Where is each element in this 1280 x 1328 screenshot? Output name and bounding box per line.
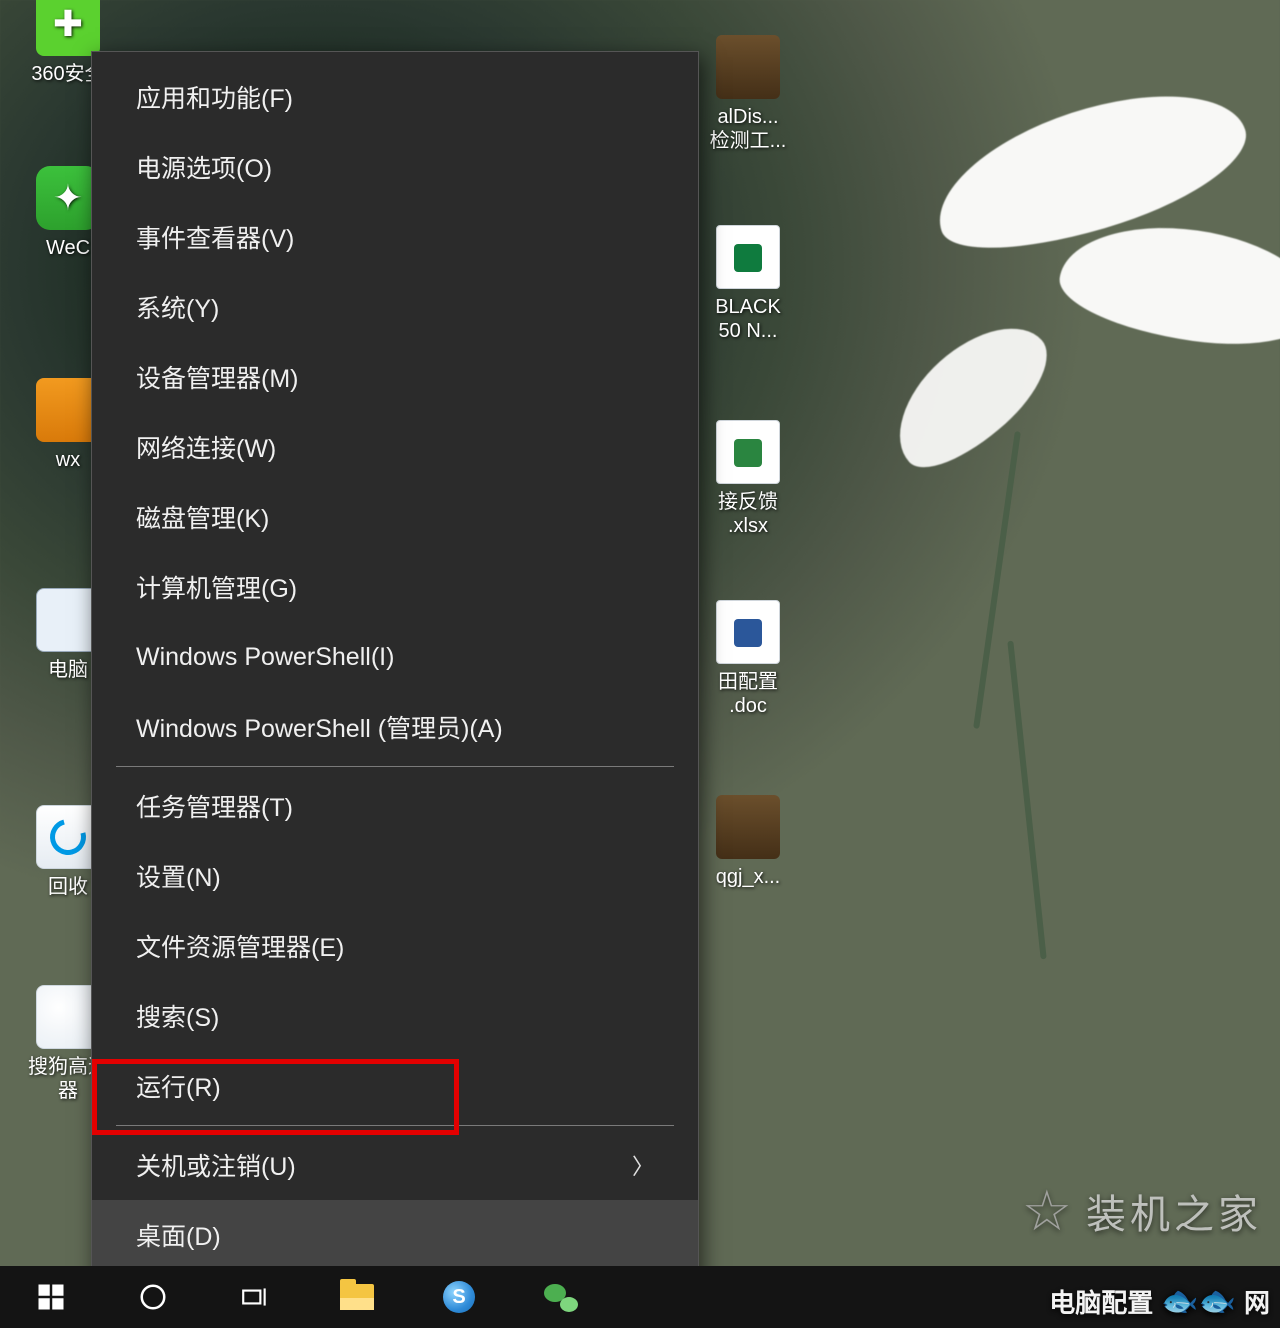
winx-context-menu: 应用和功能(F) 电源选项(O) 事件查看器(V) 系统(Y) 设备管理器(M)…	[91, 51, 699, 1306]
chevron-right-icon: 〉	[632, 1149, 654, 1181]
menu-item-task-manager[interactable]: 任务管理器(T)	[92, 771, 698, 841]
menu-item-label: Windows PowerShell (管理员)(A)	[136, 709, 503, 745]
start-button[interactable]	[0, 1266, 102, 1328]
taskbar-wechat[interactable]	[510, 1266, 612, 1328]
taskbar-taskview-button[interactable]	[204, 1266, 306, 1328]
menu-item-powershell[interactable]: Windows PowerShell(I)	[92, 622, 698, 692]
star-icon: ☆	[1022, 1178, 1076, 1244]
desktop-icon-crystaldisk[interactable]: alDis... 检测工...	[693, 35, 803, 153]
menu-item-apps-features[interactable]: 应用和功能(F)	[92, 62, 698, 132]
watermark-text: 网	[1244, 1283, 1270, 1320]
watermark-brand-2: 电脑配置 🐟🐟 网	[1049, 1283, 1270, 1320]
taskbar-sogou-browser[interactable]: S	[408, 1266, 510, 1328]
windows-logo-icon	[36, 1282, 66, 1312]
taskbar-file-explorer[interactable]	[306, 1266, 408, 1328]
watermark-text: 电脑配置	[1049, 1283, 1153, 1320]
spreadsheet-icon	[716, 420, 780, 484]
menu-item-disk-management[interactable]: 磁盘管理(K)	[92, 482, 698, 552]
desktop-icon-label: qgj_x...	[693, 865, 803, 889]
menu-item-label: 关机或注销(U)	[136, 1147, 296, 1183]
menu-item-label: 事件查看器(V)	[136, 219, 294, 255]
menu-separator	[116, 1125, 674, 1126]
menu-item-label: 系统(Y)	[136, 289, 219, 325]
desktop-icon-label: alDis... 检测工...	[693, 105, 803, 153]
desktop-icon-label: BLACK 50 N...	[693, 295, 803, 343]
menu-item-network-connections[interactable]: 网络连接(W)	[92, 412, 698, 482]
menu-item-computer-management[interactable]: 计算机管理(G)	[92, 552, 698, 622]
spreadsheet-icon	[716, 225, 780, 289]
circle-search-icon	[138, 1282, 168, 1312]
watermark-brand-1: ☆ 装机之家	[1022, 1178, 1262, 1244]
menu-item-settings[interactable]: 设置(N)	[92, 841, 698, 911]
archive-icon	[716, 795, 780, 859]
menu-item-desktop[interactable]: 桌面(D)	[92, 1200, 698, 1270]
menu-item-label: 搜索(S)	[136, 998, 219, 1034]
menu-item-system[interactable]: 系统(Y)	[92, 272, 698, 342]
folder-icon	[340, 1284, 374, 1310]
menu-item-label: 磁盘管理(K)	[136, 499, 269, 535]
menu-item-label: 桌面(D)	[136, 1217, 221, 1253]
menu-item-label: 文件资源管理器(E)	[136, 928, 344, 964]
desktop-icon-label: 田配置 .doc	[693, 670, 803, 718]
menu-item-label: 电源选项(O)	[136, 149, 272, 185]
desktop-icon-feedback-xlsx[interactable]: 接反馈 .xlsx	[693, 420, 803, 538]
menu-item-label: Windows PowerShell(I)	[136, 643, 394, 672]
menu-item-device-manager[interactable]: 设备管理器(M)	[92, 342, 698, 412]
menu-item-shutdown-signout[interactable]: 关机或注销(U) 〉	[92, 1130, 698, 1200]
taskview-icon	[240, 1282, 270, 1312]
menu-item-powershell-admin[interactable]: Windows PowerShell (管理员)(A)	[92, 692, 698, 762]
menu-item-label: 运行(R)	[136, 1068, 221, 1104]
taskbar-search-button[interactable]	[102, 1266, 204, 1328]
desktop-icon-rar[interactable]: qgj_x...	[693, 795, 803, 889]
wechat-icon	[544, 1282, 578, 1312]
menu-item-label: 任务管理器(T)	[136, 788, 293, 824]
menu-separator	[116, 766, 674, 767]
menu-item-label: 设备管理器(M)	[136, 359, 298, 395]
archive-icon	[716, 35, 780, 99]
desktop-icon-label: 接反馈 .xlsx	[693, 490, 803, 538]
desktop-icon-black-file[interactable]: BLACK 50 N...	[693, 225, 803, 343]
shield-icon: ✚	[36, 0, 100, 56]
menu-item-file-explorer[interactable]: 文件资源管理器(E)	[92, 911, 698, 981]
menu-item-event-viewer[interactable]: 事件查看器(V)	[92, 202, 698, 272]
menu-item-power-options[interactable]: 电源选项(O)	[92, 132, 698, 202]
menu-item-label: 设置(N)	[136, 858, 221, 894]
watermark-text: 装机之家	[1086, 1182, 1262, 1240]
menu-item-run[interactable]: 运行(R)	[92, 1051, 698, 1121]
fish-icon: 🐟🐟	[1161, 1284, 1236, 1319]
menu-item-search[interactable]: 搜索(S)	[92, 981, 698, 1051]
desktop-icon-config-doc[interactable]: 田配置 .doc	[693, 600, 803, 718]
sogou-icon: S	[443, 1281, 475, 1313]
menu-item-label: 网络连接(W)	[136, 429, 276, 465]
document-icon	[716, 600, 780, 664]
menu-item-label: 应用和功能(F)	[136, 79, 293, 115]
menu-item-label: 计算机管理(G)	[136, 569, 297, 605]
